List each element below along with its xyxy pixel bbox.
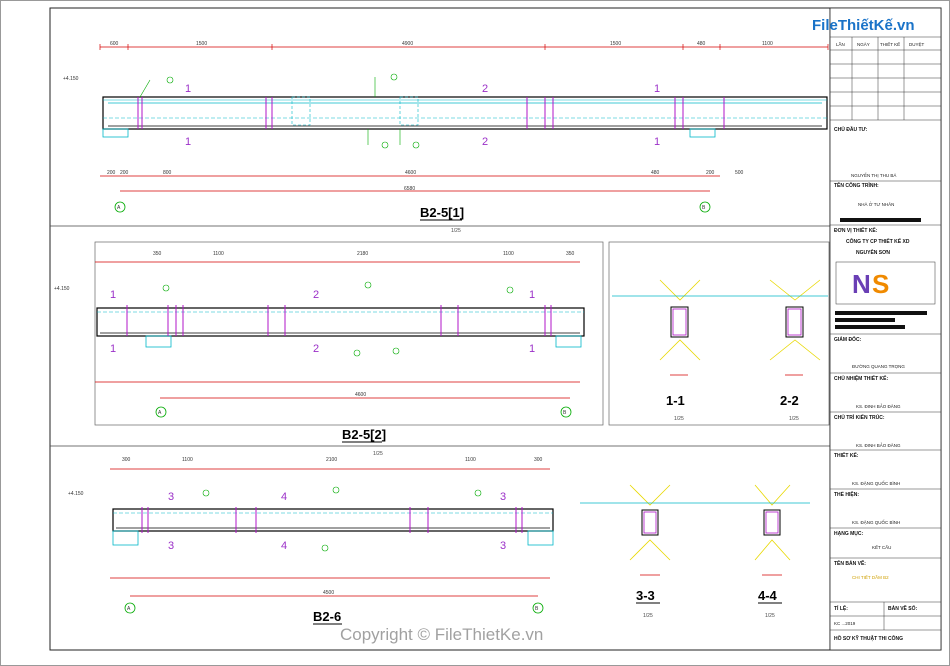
dim-total-b3: 4500	[323, 590, 334, 596]
svg-text:1/25: 1/25	[373, 451, 383, 457]
svg-text:KS. ĐINH BẢO ĐĂNG: KS. ĐINH BẢO ĐĂNG	[856, 403, 901, 409]
svg-text:S: S	[872, 269, 889, 299]
svg-text:350: 350	[153, 251, 162, 257]
svg-text:2: 2	[482, 136, 488, 148]
svg-text:1/25: 1/25	[643, 613, 653, 619]
svg-text:NGUYỄN SƠN: NGUYỄN SƠN	[856, 249, 890, 256]
owner-name: NGUYỄN THỊ THU BÁ	[851, 172, 896, 178]
svg-text:LẦN: LẦN	[836, 41, 845, 47]
svg-text:3: 3	[500, 540, 506, 552]
dim-total-b2: 4600	[355, 392, 366, 398]
svg-text:3: 3	[500, 491, 506, 503]
svg-text:300: 300	[534, 457, 543, 463]
ns-logo: N	[852, 269, 871, 299]
svg-text:CHỦ NHIỆM THIẾT KẾ:: CHỦ NHIỆM THIẾT KẾ:	[834, 374, 889, 382]
svg-text:1: 1	[110, 289, 116, 301]
svg-text:2: 2	[313, 343, 319, 355]
svg-text:1100: 1100	[182, 457, 193, 463]
company-name: CÔNG TY CP THIẾT KẾ XD	[846, 237, 910, 245]
svg-text:200: 200	[706, 170, 715, 176]
svg-text:1: 1	[110, 343, 116, 355]
svg-text:KS. ĐINH BẢO ĐĂNG: KS. ĐINH BẢO ĐĂNG	[856, 442, 901, 448]
watermark: Copyright © FileThietKe.vn	[340, 625, 543, 644]
svg-text:300: 300	[122, 457, 131, 463]
svg-text:CHI TIẾT DẦM B2: CHI TIẾT DẦM B2	[852, 574, 889, 580]
svg-text:1/25: 1/25	[789, 416, 799, 422]
dim-top-5: 480	[697, 41, 706, 47]
svg-text:1/25: 1/25	[765, 613, 775, 619]
site-logo: FileThiếtKế.vn	[812, 17, 915, 34]
dim-top-3: 4900	[402, 41, 413, 47]
beam-title-b2-6: B2-6	[313, 609, 341, 624]
svg-text:480: 480	[651, 170, 660, 176]
svg-text:THIẾT KẾ:: THIẾT KẾ:	[834, 452, 859, 459]
footer-text: HỒ SƠ KỸ THUẬT THI CÔNG	[834, 634, 903, 642]
beam-title-b2-5-1: B2-5[1]	[420, 205, 464, 220]
title-block: FileThiếtKế.vn LẦN NGÀY THIẾT KẾ DUYỆT C…	[812, 7, 942, 651]
svg-text:1: 1	[529, 289, 535, 301]
svg-text:1: 1	[654, 83, 660, 95]
svg-text:THIẾT KẾ: THIẾT KẾ	[880, 41, 900, 47]
svg-text:ĐƯỜNG QUANG TRỌNG: ĐƯỜNG QUANG TRỌNG	[852, 363, 905, 369]
svg-text:1: 1	[654, 136, 660, 148]
svg-text:1: 1	[185, 136, 191, 148]
svg-text:NGÀY: NGÀY	[857, 41, 870, 47]
svg-text:3: 3	[168, 540, 174, 552]
svg-text:+4.150: +4.150	[63, 76, 79, 82]
svg-text:+4.150: +4.150	[54, 286, 70, 292]
svg-text:ĐƠN VỊ THIẾT KẾ:: ĐƠN VỊ THIẾT KẾ:	[834, 227, 878, 234]
svg-text:1100: 1100	[503, 251, 514, 257]
svg-text:200: 200	[120, 170, 129, 176]
svg-text:TÊN CÔNG TRÌNH:: TÊN CÔNG TRÌNH:	[834, 181, 879, 189]
section-mark-1: 1	[185, 83, 191, 95]
section-title-1-1: 1-1	[666, 393, 685, 408]
svg-text:500: 500	[735, 170, 744, 176]
svg-text:GIÁM ĐỐC:: GIÁM ĐỐC:	[834, 336, 862, 343]
svg-text:KẾT CẤU: KẾT CẤU	[872, 544, 891, 550]
svg-text:+4.150: +4.150	[68, 491, 84, 497]
svg-text:TÊN BẢN VẼ:: TÊN BẢN VẼ:	[834, 559, 866, 567]
owner-label: CHỦ ĐẦU TƯ:	[834, 126, 868, 133]
drawing-sheet: 600 1500 4900 1500 480 1100 1 1 2 2 1 1 …	[0, 0, 950, 666]
project-name: NHÀ Ở TƯ NHÂN	[858, 201, 894, 207]
svg-text:1100: 1100	[465, 457, 476, 463]
svg-text:2: 2	[313, 289, 319, 301]
svg-text:1/25: 1/25	[674, 416, 684, 422]
svg-text:350: 350	[566, 251, 575, 257]
dim-top-1: 600	[110, 41, 119, 47]
svg-text:4600: 4600	[405, 170, 416, 176]
svg-text:4: 4	[281, 491, 287, 503]
svg-text:HẠNG MỤC:: HẠNG MỤC:	[834, 531, 863, 537]
svg-text:TỈ LỆ:: TỈ LỆ:	[834, 604, 848, 612]
svg-text:3: 3	[168, 491, 174, 503]
svg-text:THỂ HIỆN:: THỂ HIỆN:	[834, 490, 859, 498]
section-mark-2: 2	[482, 83, 488, 95]
section-title-2-2: 2-2	[780, 393, 799, 408]
svg-text:DUYỆT: DUYỆT	[909, 40, 925, 47]
svg-text:CHỦ TRÌ KIẾN TRÚC:: CHỦ TRÌ KIẾN TRÚC:	[834, 413, 885, 421]
svg-text:1/25: 1/25	[451, 228, 461, 234]
svg-text:800: 800	[163, 170, 172, 176]
dim-top-4: 1500	[610, 41, 621, 47]
svg-text:2100: 2100	[326, 457, 337, 463]
svg-text:KC ...2019: KC ...2019	[834, 621, 856, 626]
svg-text:4: 4	[281, 540, 287, 552]
beam-title-b2-5-2: B2-5[2]	[342, 427, 386, 442]
svg-text:KS. ĐẶNG QUỐC BÌNH: KS. ĐẶNG QUỐC BÌNH	[852, 480, 900, 486]
svg-text:200: 200	[107, 170, 116, 176]
svg-text:1: 1	[529, 343, 535, 355]
dim-top-6: 1100	[762, 41, 773, 47]
svg-text:2180: 2180	[357, 251, 368, 257]
section-title-4-4: 4-4	[758, 588, 778, 603]
dim-top-2: 1500	[196, 41, 207, 47]
svg-text:1100: 1100	[213, 251, 224, 257]
dim-total-b1: 6580	[404, 186, 415, 192]
svg-text:KS. ĐẶNG QUỐC BÌNH: KS. ĐẶNG QUỐC BÌNH	[852, 519, 900, 525]
svg-text:BẢN VẼ SỐ:: BẢN VẼ SỐ:	[888, 605, 918, 612]
section-title-3-3: 3-3	[636, 588, 655, 603]
